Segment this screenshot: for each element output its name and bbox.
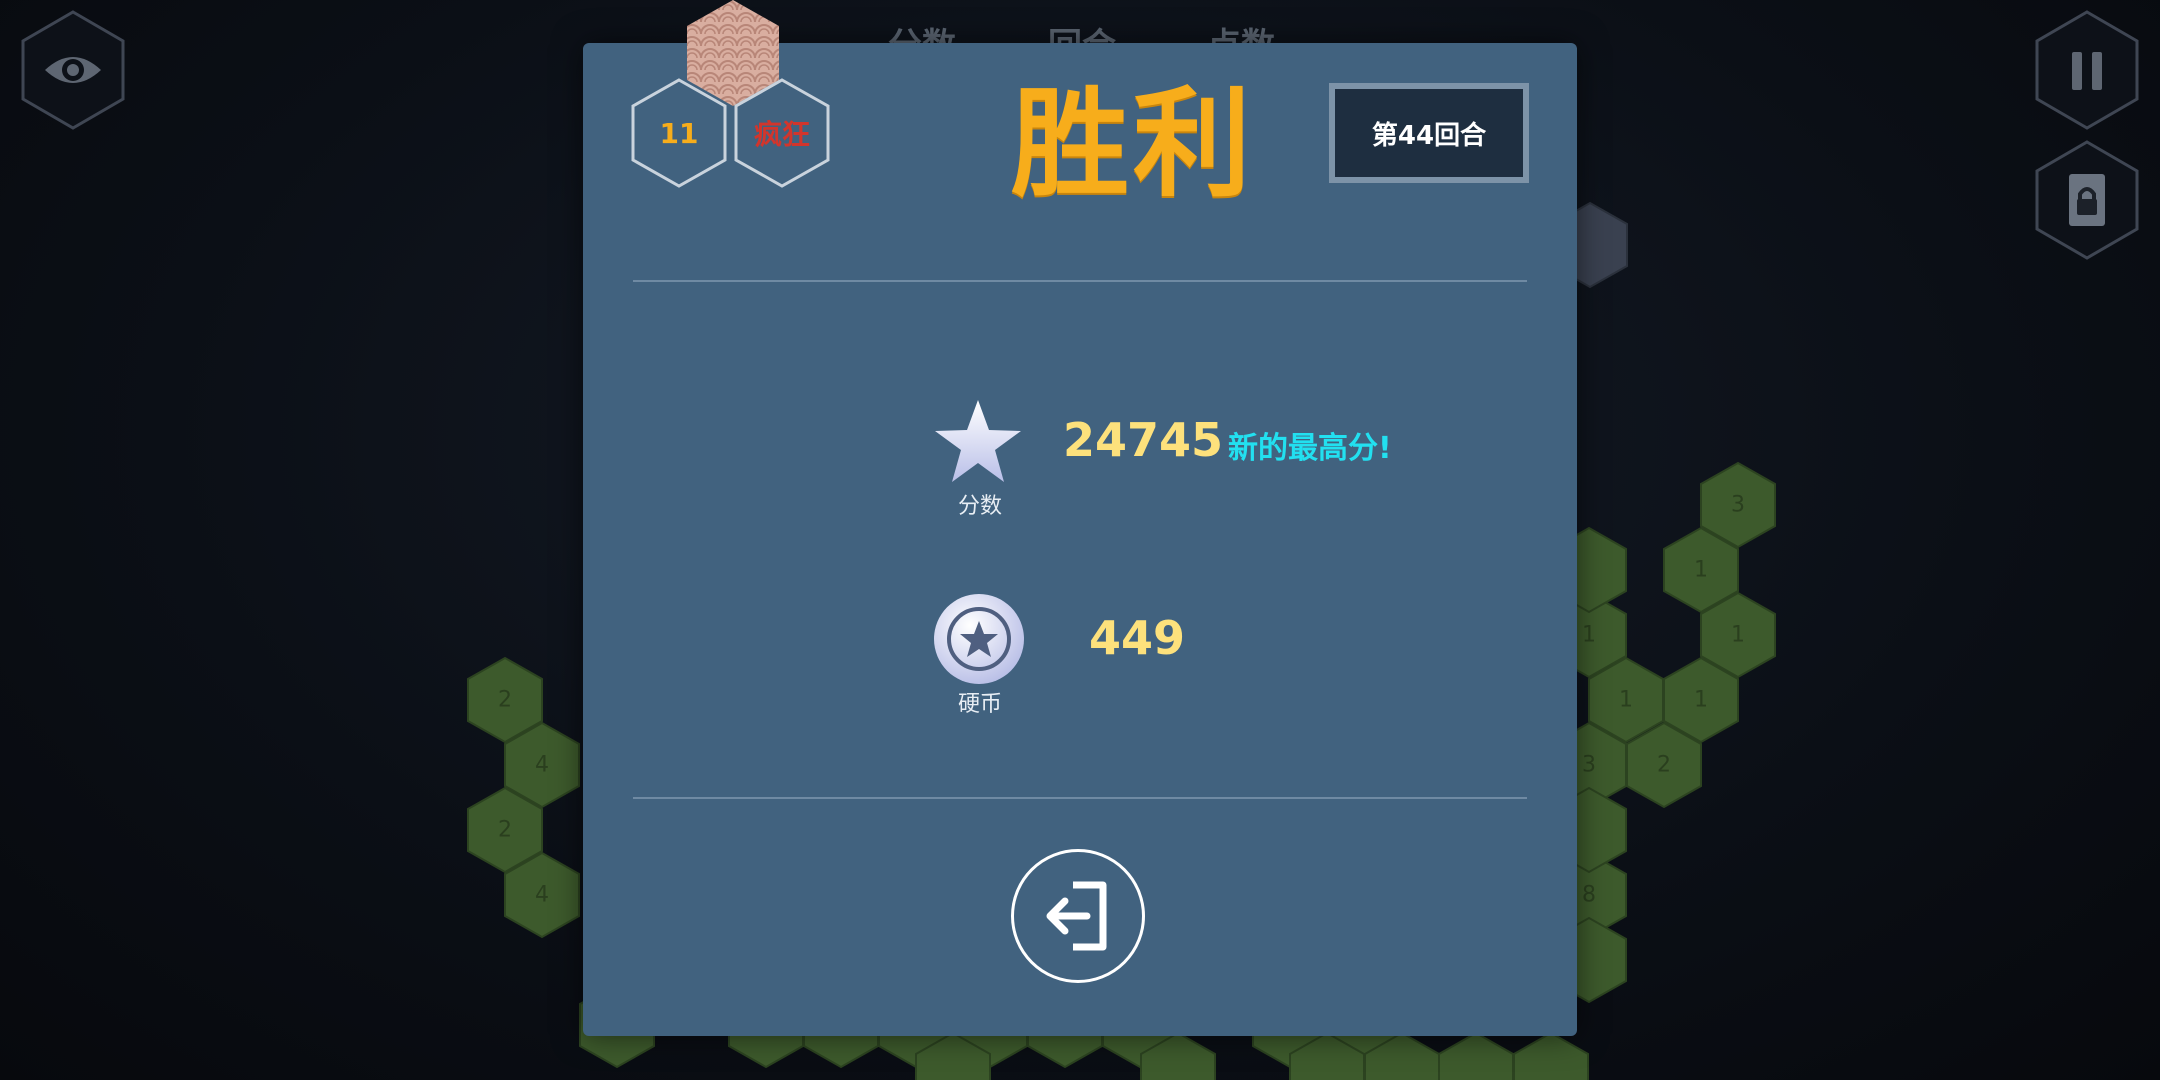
score-label: 分数	[957, 494, 1002, 519]
view-toggle-button[interactable]	[18, 8, 128, 132]
pause-button[interactable]	[2032, 8, 2142, 132]
mode-badge: 疯狂	[732, 77, 832, 189]
top-divider	[633, 280, 1527, 282]
pause-icon	[2072, 52, 2102, 90]
board-cell-number: 1	[1731, 623, 1745, 648]
star-icon	[935, 400, 1021, 482]
board-cell-number: 3	[1582, 753, 1596, 778]
lock-icon	[2069, 174, 2105, 226]
exit-icon	[1046, 881, 1107, 951]
victory-dialog: 11 疯狂 胜利 第44回合 分数 24745 新的最高分! 硬币 449	[583, 0, 1577, 1036]
victory-title: 胜利	[1010, 75, 1255, 213]
board-cell-number: 2	[1657, 753, 1671, 778]
level-badge: 11	[629, 77, 729, 189]
new-record-text: 新的最高分!	[1228, 431, 1392, 466]
coins-label: 硬币	[957, 692, 1002, 717]
board-cell-number: 2	[498, 688, 512, 713]
level-value: 11	[659, 116, 699, 150]
bottom-divider	[633, 797, 1527, 799]
lock-button[interactable]	[2032, 138, 2142, 262]
score-value: 24745	[1063, 413, 1224, 467]
board-cell-number: 1	[1582, 623, 1596, 648]
board-cell-number: 4	[535, 753, 549, 778]
board-cell-number: 8	[1582, 883, 1596, 908]
eye-icon	[45, 57, 101, 83]
board-cell-number: 1	[1694, 688, 1708, 713]
board-cell-number: 1	[1619, 688, 1633, 713]
exit-button[interactable]	[1011, 849, 1145, 983]
board-cell-number: 3	[1731, 493, 1745, 518]
mode-label: 疯狂	[753, 118, 810, 151]
board-cell-number: 4	[535, 883, 549, 908]
coins-value: 449	[1089, 611, 1186, 665]
board-cell-number: 2	[498, 818, 512, 843]
board-cell-number: 1	[1694, 558, 1708, 583]
coin-icon	[934, 594, 1024, 684]
round-indicator: 第44回合	[1329, 83, 1529, 183]
